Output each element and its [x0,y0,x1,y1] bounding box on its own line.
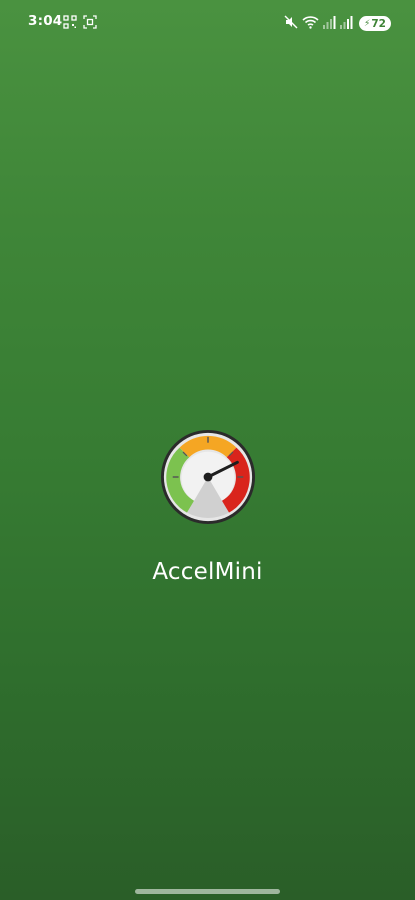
speedometer-icon [160,429,255,525]
splash-content: AccelMini [0,428,415,585]
status-time: 3:04 [28,13,63,29]
wifi-icon [302,14,319,33]
app-name: AccelMini [152,559,263,585]
signal-icon [340,14,353,33]
status-right-icons: ⚡ 72 [284,14,391,33]
qr-scan-icon [63,14,77,33]
home-indicator[interactable] [135,889,280,894]
mute-icon [284,14,298,33]
screenshot-icon [83,14,97,33]
battery-level: 72 [371,17,386,30]
battery-icon: ⚡ 72 [359,16,391,31]
status-bar: 3:04 ⚡ 72 [0,0,415,44]
status-left-icons [63,14,97,33]
charging-bolt-icon: ⚡ [364,18,371,29]
signal-icon [323,14,336,33]
